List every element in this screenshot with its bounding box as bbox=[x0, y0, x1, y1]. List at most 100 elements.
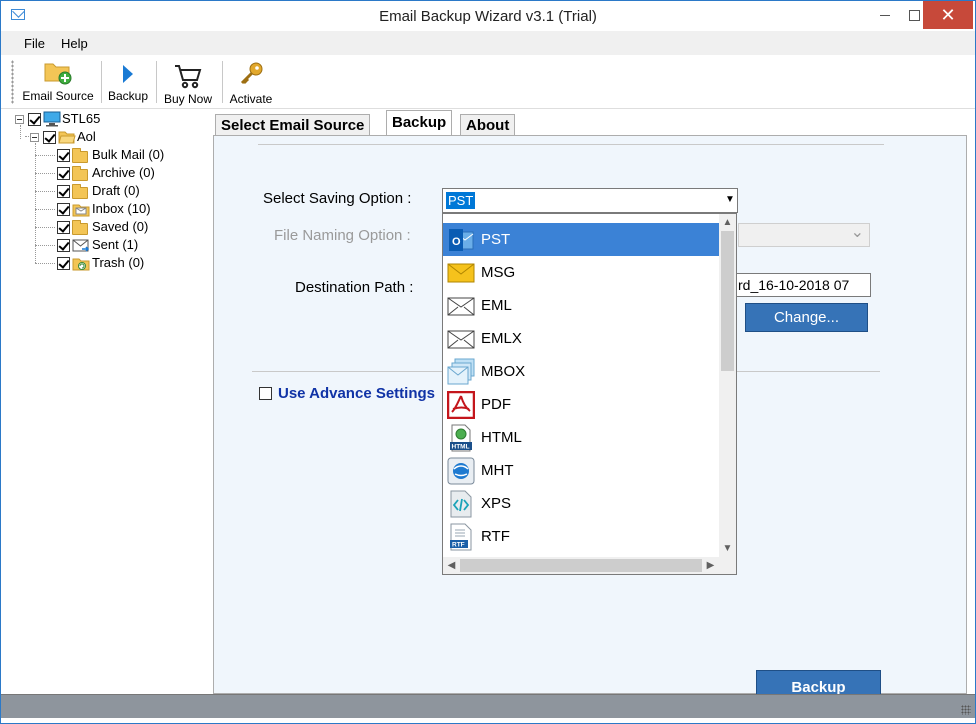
advance-settings-label[interactable]: Use Advance Settings bbox=[278, 385, 435, 402]
close-icon: ✕ bbox=[940, 5, 956, 25]
menu-file[interactable]: File bbox=[24, 36, 45, 51]
folder-checkbox[interactable] bbox=[57, 167, 70, 180]
tab-backup[interactable]: Backup bbox=[386, 110, 453, 136]
saving-option-value: PST bbox=[446, 192, 476, 209]
toolbar-separator bbox=[156, 61, 157, 103]
email-source-button[interactable]: Email Source bbox=[19, 55, 97, 109]
dropdown-option-msg[interactable]: MSG bbox=[443, 256, 719, 289]
backup-button[interactable]: Backup bbox=[756, 670, 881, 695]
dropdown-option-label: PDF bbox=[481, 396, 511, 413]
sent-icon bbox=[72, 239, 90, 252]
change-button[interactable]: Change... bbox=[745, 303, 868, 332]
chevron-down-icon[interactable]: ▼ bbox=[725, 195, 735, 205]
folder-label: Archive (0) bbox=[92, 165, 155, 180]
saving-option-select[interactable]: PST ▼ bbox=[442, 188, 738, 213]
scroll-thumb[interactable] bbox=[460, 559, 702, 572]
folder-checkbox[interactable] bbox=[57, 185, 70, 198]
dropdown-horizontal-scrollbar[interactable]: ◀ ▶ bbox=[443, 557, 736, 574]
key-icon bbox=[240, 62, 263, 85]
destination-label: Destination Path : bbox=[295, 279, 414, 296]
activate-button[interactable]: Activate bbox=[225, 55, 277, 109]
folder-checkbox[interactable] bbox=[57, 149, 70, 162]
toolbar: Email Source Backup Buy Now Activate bbox=[1, 55, 975, 109]
cart-icon bbox=[175, 65, 202, 89]
folder-label: Inbox (10) bbox=[92, 201, 151, 216]
scroll-down-icon[interactable]: ▼ bbox=[719, 540, 736, 557]
dropdown-option-mbox[interactable]: MBOX bbox=[443, 355, 719, 388]
dropdown-vertical-scrollbar[interactable]: ▲ ▼ bbox=[719, 214, 736, 557]
root-checkbox[interactable] bbox=[28, 113, 41, 126]
tree-folder-inbox[interactable]: Inbox (10) bbox=[35, 200, 205, 218]
dropdown-option-label: EMLX bbox=[481, 330, 522, 347]
tree-folder-trash[interactable]: Trash (0) bbox=[35, 254, 205, 272]
saving-option-dropdown: O PST MSG EML EMLX MBOX PDF HTML HTML MH… bbox=[442, 213, 737, 575]
folder-checkbox[interactable] bbox=[57, 221, 70, 234]
advance-settings-checkbox[interactable] bbox=[259, 387, 272, 400]
dropdown-option-eml[interactable]: EML bbox=[443, 289, 719, 322]
menu-help[interactable]: Help bbox=[61, 36, 88, 51]
folder-checkbox[interactable] bbox=[57, 257, 70, 270]
scroll-left-icon[interactable]: ◀ bbox=[443, 557, 460, 574]
dropdown-option-label: RTF bbox=[481, 528, 510, 545]
dropdown-option-html[interactable]: HTML HTML bbox=[443, 421, 719, 454]
tree-folder-sent[interactable]: Sent (1) bbox=[35, 236, 205, 254]
folder-checkbox[interactable] bbox=[57, 203, 70, 216]
menu-bar: File Help bbox=[1, 31, 975, 55]
tree-folder-draft[interactable]: Draft (0) bbox=[35, 182, 205, 200]
account-checkbox[interactable] bbox=[43, 131, 56, 144]
tree-root[interactable]: STL65 bbox=[15, 110, 205, 128]
toolbar-separator bbox=[222, 61, 223, 103]
dropdown-option-emlx[interactable]: EMLX bbox=[443, 322, 719, 355]
dropdown-option-xps[interactable]: XPS bbox=[443, 487, 719, 520]
file-naming-label: File Naming Option : bbox=[274, 227, 411, 244]
dropdown-option-rtf[interactable]: RTF RTF bbox=[443, 520, 719, 553]
tree-account[interactable]: Aol bbox=[30, 128, 200, 146]
scroll-right-icon[interactable]: ▶ bbox=[702, 557, 719, 574]
dropdown-option-label: HTML bbox=[481, 429, 522, 446]
buy-now-button[interactable]: Buy Now bbox=[159, 55, 217, 109]
inbox-icon bbox=[72, 204, 90, 217]
resize-grip[interactable] bbox=[961, 705, 971, 715]
computer-icon bbox=[43, 111, 61, 127]
dropdown-option-label: MHT bbox=[481, 462, 514, 479]
collapse-toggle-icon[interactable] bbox=[30, 133, 39, 142]
tree-connector bbox=[35, 209, 55, 210]
dropdown-option-label: XPS bbox=[481, 495, 512, 512]
svg-text:RTF: RTF bbox=[452, 542, 465, 549]
toolbar-grip[interactable] bbox=[11, 60, 14, 104]
collapse-toggle-icon[interactable] bbox=[15, 115, 24, 124]
window-title: Email Backup Wizard v3.1 (Trial) bbox=[379, 8, 597, 25]
dropdown-option-label: PST bbox=[481, 231, 511, 248]
tree-folder-saved[interactable]: Saved (0) bbox=[35, 218, 205, 236]
envelope-yellow-icon bbox=[447, 263, 475, 283]
tab-about[interactable]: About bbox=[460, 114, 516, 136]
tree-root-label: STL65 bbox=[62, 111, 101, 126]
folder-checkbox[interactable] bbox=[57, 239, 70, 252]
tab-select-email-source[interactable]: Select Email Source bbox=[215, 114, 371, 136]
folder-add-icon bbox=[44, 63, 72, 85]
play-arrow-icon bbox=[123, 65, 133, 83]
html-icon: HTML bbox=[450, 424, 472, 452]
tree-connector bbox=[35, 155, 55, 156]
file-naming-select[interactable] bbox=[738, 222, 870, 247]
scroll-thumb[interactable] bbox=[721, 231, 734, 371]
envelope-icon bbox=[447, 297, 475, 316]
dropdown-option-pdf[interactable]: PDF bbox=[443, 388, 719, 421]
close-button[interactable]: ✕ bbox=[923, 1, 973, 29]
folder-label: Saved (0) bbox=[92, 219, 149, 234]
dropdown-option-mht[interactable]: MHT bbox=[443, 454, 719, 487]
dropdown-option-label: EML bbox=[481, 297, 512, 314]
scroll-up-icon[interactable]: ▲ bbox=[719, 214, 736, 231]
folder-icon bbox=[72, 148, 88, 163]
dropdown-option-pst[interactable]: O PST bbox=[443, 223, 719, 256]
email-source-label: Email Source bbox=[22, 89, 94, 103]
rtf-icon: RTF bbox=[450, 523, 472, 551]
tree-connector bbox=[35, 245, 55, 246]
tree-folder-archive[interactable]: Archive (0) bbox=[35, 164, 205, 182]
destination-path-input[interactable]: rd_16-10-2018 07 bbox=[735, 273, 871, 297]
xps-icon bbox=[450, 490, 472, 518]
folder-label: Bulk Mail (0) bbox=[92, 147, 165, 162]
backup-toolbar-button[interactable]: Backup bbox=[105, 55, 151, 109]
envelope-icon bbox=[447, 330, 475, 349]
tree-folder-bulk-mail[interactable]: Bulk Mail (0) bbox=[35, 146, 205, 164]
